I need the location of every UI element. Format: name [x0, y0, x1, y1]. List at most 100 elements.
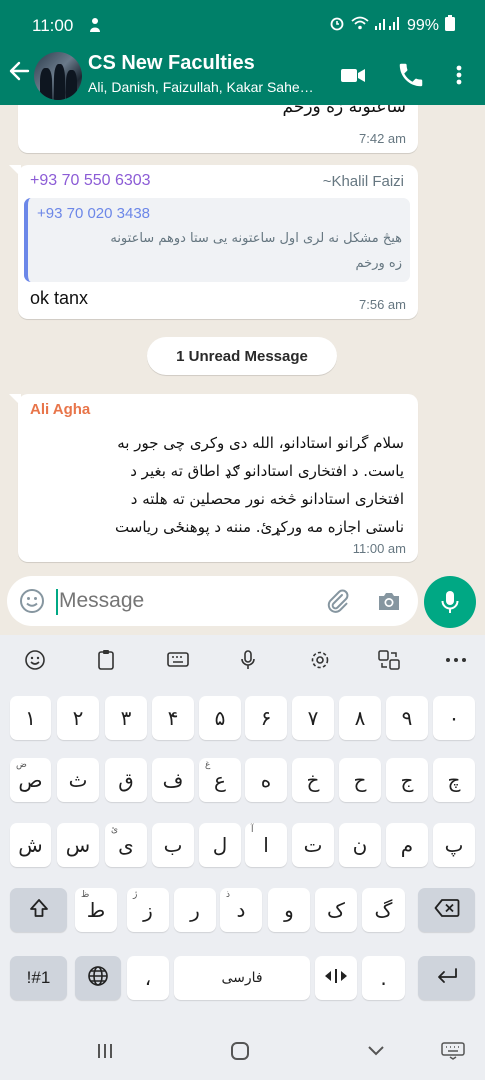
key[interactable]: ف: [152, 758, 194, 802]
shift-key[interactable]: [10, 888, 67, 932]
message-list[interactable]: ساعتونه زه ورخم 7:42 am +93 70 550 6303 …: [0, 105, 485, 575]
avatar-figure: [66, 70, 77, 100]
globe-icon: [87, 965, 109, 992]
sender-name[interactable]: Ali Agha: [30, 401, 90, 418]
more-options-icon[interactable]: [444, 60, 474, 90]
voice-call-icon[interactable]: [396, 60, 426, 90]
key[interactable]: ۵: [199, 696, 241, 740]
video-call-icon[interactable]: [338, 60, 368, 90]
key[interactable]: ۶: [245, 696, 287, 740]
key[interactable]: ۰: [433, 696, 475, 740]
key[interactable]: ک: [315, 888, 357, 932]
cursor-move-key[interactable]: [315, 956, 357, 1000]
key[interactable]: پ: [433, 823, 475, 867]
backspace-icon: [434, 898, 460, 923]
message-bubble[interactable]: Ali Agha سلام گرانو استادانو، الله دی وک…: [9, 394, 418, 562]
key[interactable]: ح: [339, 758, 381, 802]
keyboard-layout-icon[interactable]: [163, 647, 193, 673]
signal-icon: [374, 16, 401, 35]
translate-icon[interactable]: [374, 647, 404, 673]
battery-percent: 99%: [406, 16, 439, 34]
key[interactable]: ش: [10, 823, 51, 867]
key[interactable]: ۹: [386, 696, 428, 740]
key[interactable]: ۴: [152, 696, 194, 740]
recent-apps-icon[interactable]: [95, 1041, 115, 1065]
message-text: سلام گرانو استادانو، الله دی وکری چی جور…: [115, 429, 404, 541]
text-cursor: [56, 589, 58, 615]
chat-participants[interactable]: Ali, Danish, Faizullah, Kakar Sahe…: [88, 79, 328, 95]
key[interactable]: ۱: [10, 696, 51, 740]
group-avatar[interactable]: [34, 52, 82, 100]
backspace-key[interactable]: [418, 888, 475, 932]
alarm-icon: [329, 15, 345, 36]
avatar-figure: [40, 68, 52, 100]
key[interactable]: ظط: [75, 888, 117, 932]
key[interactable]: ق: [105, 758, 147, 802]
key[interactable]: ۲: [57, 696, 99, 740]
keyboard-more-icon[interactable]: [441, 647, 471, 673]
key-hint: ض: [16, 760, 27, 770]
keyboard-switch-icon[interactable]: [441, 1042, 465, 1064]
clipboard-icon[interactable]: [91, 647, 121, 673]
key[interactable]: م: [386, 823, 428, 867]
key[interactable]: ب: [152, 823, 194, 867]
key[interactable]: ج: [386, 758, 428, 802]
keyboard-emoji-icon[interactable]: [20, 647, 50, 673]
key-label: ا: [263, 833, 269, 857]
key[interactable]: ذد: [220, 888, 262, 932]
key[interactable]: ر: [174, 888, 216, 932]
key[interactable]: ضص: [10, 758, 51, 802]
key[interactable]: ئی: [105, 823, 147, 867]
key[interactable]: ۸: [339, 696, 381, 740]
period-key[interactable]: .: [362, 956, 405, 1000]
quoted-text-line: زه ورخم: [355, 256, 402, 271]
back-arrow-icon[interactable]: [8, 60, 30, 82]
bubble-tail: [9, 394, 21, 406]
avatar-figure: [54, 64, 65, 100]
emoji-icon[interactable]: [19, 588, 45, 618]
key[interactable]: و: [268, 888, 310, 932]
key-hint: غ: [205, 760, 211, 770]
symbols-key[interactable]: !#1: [10, 956, 67, 1000]
key-hint: ئ: [111, 825, 119, 835]
camera-icon[interactable]: [376, 588, 402, 618]
message-input[interactable]: [59, 584, 309, 618]
key[interactable]: ۷: [292, 696, 334, 740]
voice-message-button[interactable]: [424, 576, 476, 628]
key[interactable]: چ: [433, 758, 475, 802]
system-navigation-bar: [0, 1035, 485, 1080]
attach-icon[interactable]: [325, 588, 351, 618]
sender-phone[interactable]: +93 70 550 6303: [30, 172, 151, 190]
chat-title[interactable]: CS New Faculties: [88, 52, 255, 75]
keyboard-settings-icon[interactable]: [305, 647, 335, 673]
message-bubble[interactable]: ساعتونه زه ورخم 7:42 am: [18, 105, 418, 153]
message-time: 7:42 am: [359, 131, 406, 146]
key[interactable]: خ: [292, 758, 334, 802]
comma-key[interactable]: ،: [127, 956, 169, 1000]
back-chevron-icon[interactable]: [366, 1041, 386, 1065]
key[interactable]: گ: [362, 888, 405, 932]
keyboard-voice-icon[interactable]: [233, 647, 263, 673]
bubble-tail: [9, 165, 21, 177]
key[interactable]: ت: [292, 823, 334, 867]
key[interactable]: س: [57, 823, 99, 867]
key[interactable]: غع: [199, 758, 241, 802]
key[interactable]: ژز: [127, 888, 169, 932]
enter-key[interactable]: [418, 956, 475, 1000]
message-text-line: افتخاری استادانو څخه نور محصلین ته هلته …: [130, 490, 404, 508]
key-label: ع: [214, 768, 226, 792]
key[interactable]: ث: [57, 758, 99, 802]
key-label: ص: [18, 768, 43, 792]
key[interactable]: ل: [199, 823, 241, 867]
language-key[interactable]: [75, 956, 121, 1000]
message-bubble[interactable]: +93 70 550 6303 ~Khalil Faizi +93 70 020…: [9, 165, 418, 319]
space-key[interactable]: فارسی: [174, 956, 310, 1000]
key[interactable]: ۳: [105, 696, 147, 740]
chat-app-bar: CS New Faculties Ali, Danish, Faizullah,…: [0, 52, 485, 105]
home-icon[interactable]: [230, 1041, 250, 1065]
key[interactable]: آا: [245, 823, 287, 867]
key[interactable]: ن: [339, 823, 381, 867]
quoted-message[interactable]: +93 70 020 3438 هیڅ مشکل نه لری اول ساعت…: [24, 198, 410, 282]
key[interactable]: ه: [245, 758, 287, 802]
battery-icon: [445, 15, 455, 36]
